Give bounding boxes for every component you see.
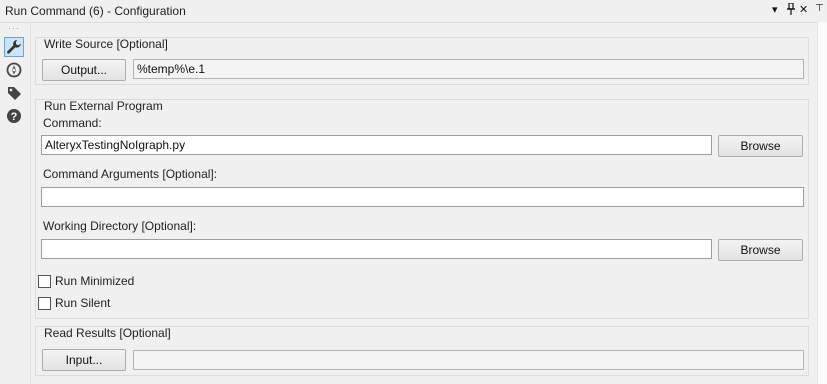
command-field[interactable] xyxy=(41,135,712,155)
write-source-title: Write Source [Optional] xyxy=(44,37,168,51)
svg-text:?: ? xyxy=(11,111,18,123)
external-program-group: Run External Program xyxy=(35,99,809,319)
output-button[interactable]: Output... xyxy=(42,59,126,81)
read-results-title: Read Results [Optional] xyxy=(44,326,171,340)
working-directory-label: Working Directory [Optional]: xyxy=(43,219,197,233)
input-path-field[interactable] xyxy=(133,350,804,370)
title-bar: Run Command (6) - Configuration ▾ ✕ ⊤ xyxy=(0,0,827,23)
command-args-field[interactable] xyxy=(41,187,804,207)
close-icon[interactable]: ✕ xyxy=(799,3,808,16)
dropdown-icon[interactable]: ▾ xyxy=(772,3,778,16)
tag-icon[interactable] xyxy=(4,83,24,103)
scrollbar-track[interactable] xyxy=(817,22,827,384)
panel-grip: ··· xyxy=(8,23,20,33)
run-silent-label[interactable]: Run Silent xyxy=(55,296,110,310)
command-label: Command: xyxy=(43,116,102,130)
run-minimized-label[interactable]: Run Minimized xyxy=(55,274,134,288)
command-args-label: Command Arguments [Optional]: xyxy=(43,167,218,181)
working-directory-browse-button[interactable]: Browse xyxy=(718,239,803,261)
input-button[interactable]: Input... xyxy=(42,349,126,371)
window-title: Run Command (6) - Configuration xyxy=(5,4,186,18)
sidebar-divider xyxy=(30,22,31,384)
output-path-field[interactable] xyxy=(133,59,804,79)
working-directory-field[interactable] xyxy=(41,239,712,259)
command-browse-button[interactable]: Browse xyxy=(718,135,803,157)
external-program-title: Run External Program xyxy=(44,99,163,113)
wrench-icon[interactable] xyxy=(4,37,24,57)
pin-icon[interactable] xyxy=(786,2,796,18)
window-grip-icon: ⊤ xyxy=(815,3,824,14)
run-minimized-checkbox[interactable] xyxy=(38,275,51,288)
help-icon[interactable]: ? xyxy=(4,106,24,126)
compass-icon[interactable] xyxy=(4,60,24,80)
run-silent-checkbox[interactable] xyxy=(38,297,51,310)
